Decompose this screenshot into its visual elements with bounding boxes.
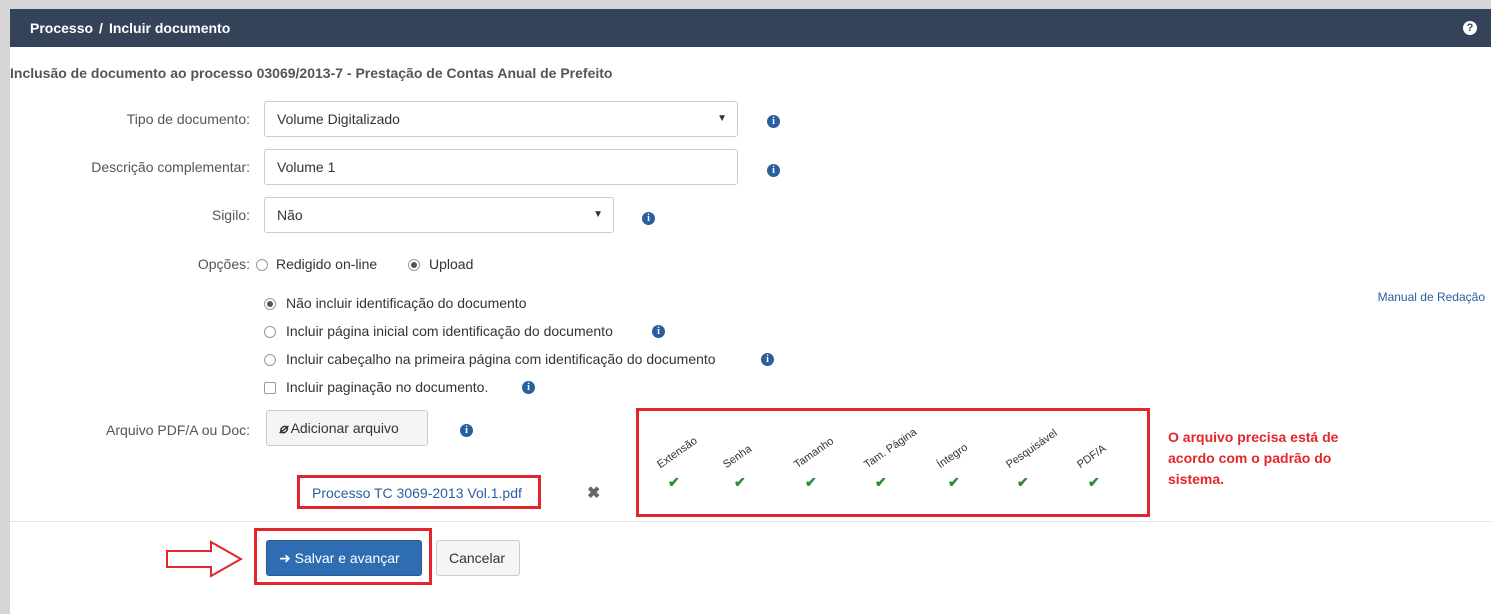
page-subtitle: Inclusão de documento ao processo 03069/… <box>10 65 613 81</box>
check-icon: ✔ <box>1088 474 1100 490</box>
breadcrumb: Processo / Incluir documento <box>30 20 230 36</box>
radio-nao-incluir-identificacao[interactable] <box>264 298 276 310</box>
check-icon: ✔ <box>948 474 960 490</box>
validation-note: O arquivo precisa está de acordo com o p… <box>1168 429 1339 487</box>
chevron-circle-right-icon: ➜ <box>279 550 291 566</box>
manual-redacao-link[interactable]: Manual de Redação <box>1378 290 1485 304</box>
info-icon[interactable]: i <box>460 424 473 437</box>
radio-nao-incluir-identificacao-label: Não incluir identificação do documento <box>286 295 527 311</box>
paginacao-checkbox[interactable] <box>264 382 276 394</box>
help-icon[interactable]: ? <box>1463 21 1477 35</box>
opcoes-label: Opções: <box>197 256 250 272</box>
radio-upload[interactable] <box>408 259 420 271</box>
radio-pagina-inicial[interactable] <box>264 326 276 338</box>
radio-redigido-online-label: Redigido on-line <box>276 256 378 272</box>
paperclip-icon: ⌀ <box>279 420 288 436</box>
chevron-down-icon: ▼ <box>717 113 727 124</box>
check-senha: Senha ✔ <box>721 421 808 491</box>
radio-upload-label: Upload <box>429 256 474 272</box>
sigilo-select[interactable]: Não ▼ <box>264 197 614 233</box>
tipo-documento-label: Tipo de documento: <box>126 111 250 127</box>
check-icon: ✔ <box>668 474 680 490</box>
check-icon: ✔ <box>875 474 887 490</box>
remove-file-icon[interactable]: ✖ <box>587 483 600 503</box>
uploaded-file-link[interactable]: Processo TC 3069-2013 Vol.1.pdf <box>312 485 522 501</box>
radio-pagina-inicial-label: Incluir página inicial com identificação… <box>286 323 613 339</box>
check-tamanho: Tamanho ✔ <box>792 421 879 491</box>
save-continue-button[interactable]: ➜ Salvar e avançar <box>266 540 422 576</box>
check-label: Tamanho <box>792 435 837 471</box>
descricao-input[interactable]: Volume 1 <box>264 149 738 185</box>
adicionar-arquivo-label: Adicionar arquivo <box>290 420 399 436</box>
breadcrumb-separator: / <box>99 20 103 36</box>
breadcrumb-root[interactable]: Processo <box>30 20 93 36</box>
check-pesquisavel: Pesquisável ✔ <box>1004 421 1091 491</box>
tipo-documento-value: Volume Digitalizado <box>277 111 400 127</box>
check-label: Extensão <box>655 434 700 471</box>
descricao-value: Volume 1 <box>277 159 336 175</box>
arrow-right-icon <box>166 540 244 578</box>
cancel-label: Cancelar <box>449 550 506 566</box>
info-icon[interactable]: i <box>652 325 665 338</box>
info-icon[interactable]: i <box>642 212 655 225</box>
cancel-button[interactable]: Cancelar <box>436 540 520 576</box>
check-icon: ✔ <box>1017 474 1029 490</box>
check-label: Pesquisável <box>1004 427 1060 471</box>
check-tam-pagina: Tam. Página ✔ <box>862 421 949 491</box>
breadcrumb-current: Incluir documento <box>108 20 231 36</box>
check-pdfa: PDF/A ✔ <box>1075 421 1162 491</box>
save-continue-label: Salvar e avançar <box>294 550 400 566</box>
paginacao-label: Incluir paginação no documento. <box>286 379 489 395</box>
check-icon: ✔ <box>734 474 746 490</box>
top-bar: Processo / Incluir documento ? <box>10 9 1491 47</box>
info-icon[interactable]: i <box>767 115 780 128</box>
arquivo-label: Arquivo PDF/A ou Doc: <box>106 422 250 438</box>
info-icon[interactable]: i <box>761 353 774 366</box>
tipo-documento-select[interactable]: Volume Digitalizado ▼ <box>264 101 738 137</box>
radio-cabecalho[interactable] <box>264 354 276 366</box>
radio-redigido-online[interactable] <box>256 259 268 271</box>
info-icon[interactable]: i <box>767 164 780 177</box>
check-icon: ✔ <box>805 474 817 490</box>
check-label: Tam. Página <box>862 426 920 471</box>
descricao-label: Descrição complementar: <box>91 159 250 175</box>
radio-cabecalho-label: Incluir cabeçalho na primeira página com… <box>286 351 716 367</box>
sigilo-label: Sigilo: <box>211 207 250 223</box>
chevron-down-icon: ▼ <box>593 209 603 220</box>
info-icon[interactable]: i <box>522 381 535 394</box>
page: Processo / Incluir documento ? Inclusão de… <box>10 9 1491 614</box>
sigilo-value: Não <box>277 207 303 223</box>
divider <box>10 521 1491 522</box>
adicionar-arquivo-button[interactable]: ⌀ Adicionar arquivo <box>266 410 428 446</box>
